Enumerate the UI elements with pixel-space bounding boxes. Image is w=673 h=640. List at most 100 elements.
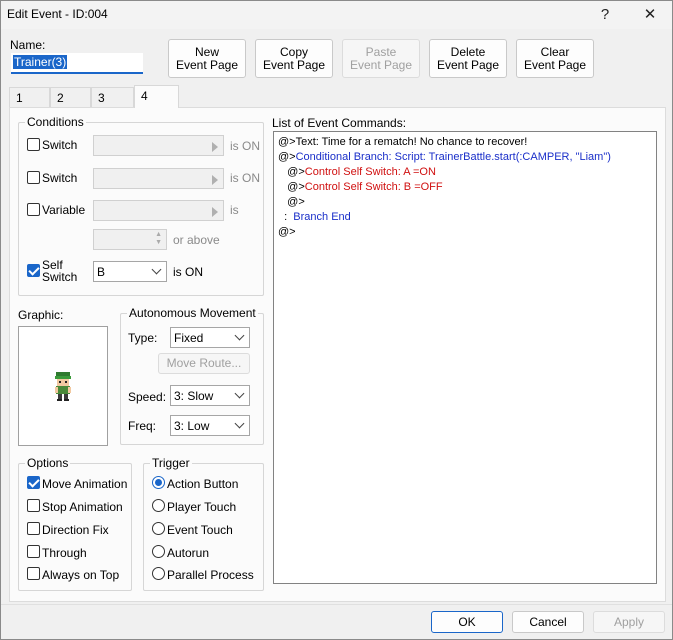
name-input[interactable]: Trainer(3) <box>11 53 143 74</box>
always-on-top-checkbox[interactable] <box>27 567 40 580</box>
move-animation-label: Move Animation <box>42 477 128 491</box>
always-on-top-label: Always on Top <box>42 568 120 582</box>
speed-value: 3: Slow <box>174 389 214 403</box>
freq-label: Freq: <box>128 419 157 433</box>
switch1-suffix: is ON <box>230 139 260 153</box>
spinner-arrows-icon: ▲ ▼ <box>155 231 162 246</box>
command-prefix: @> <box>278 196 305 208</box>
event-touch-radio[interactable] <box>152 522 165 535</box>
paste-page-label-1: Paste <box>365 44 397 59</box>
through-label: Through <box>42 546 87 560</box>
variable-select[interactable] <box>93 200 224 221</box>
copy-page-label-1: Copy <box>279 44 308 59</box>
options-label: Options <box>25 456 71 470</box>
delete-page-label-1: Delete <box>450 44 486 59</box>
command-text: Control Self Switch: A =ON <box>304 166 436 178</box>
edit-event-dialog: Edit Event - ID:004 ? ✕ Name: Trainer(3)… <box>0 0 673 640</box>
variable-value-spinner[interactable]: ▲ ▼ <box>93 229 167 250</box>
direction-fix-label: Direction Fix <box>42 523 109 537</box>
switch2-checkbox[interactable] <box>27 171 40 184</box>
self-switch-checkbox[interactable] <box>27 264 40 277</box>
player-touch-radio[interactable] <box>152 499 165 512</box>
delete-page-label-2: Event Page <box>436 57 500 72</box>
autonomous-movement-label: Autonomous Movement <box>127 306 258 320</box>
event-commands-list[interactable]: @>Text: Time for a rematch! No chance to… <box>273 131 657 584</box>
player-touch-label: Player Touch <box>167 500 237 514</box>
action-button-label: Action Button <box>167 477 239 491</box>
variable-arrow-icon <box>212 207 218 217</box>
parallel-process-radio[interactable] <box>152 567 165 580</box>
command-line[interactable]: @> <box>278 225 296 239</box>
graphic-preview[interactable] <box>18 326 108 446</box>
command-line[interactable]: @>Control Self Switch: B =OFF <box>278 180 443 194</box>
tab-page-1[interactable]: 1 <box>9 87 50 107</box>
command-prefix: @> <box>278 136 296 148</box>
self-switch-select[interactable]: B <box>93 261 167 282</box>
cancel-button[interactable]: Cancel <box>512 611 584 633</box>
name-label: Name: <box>10 38 46 52</box>
switch1-select[interactable] <box>93 135 224 156</box>
name-value: Trainer(3) <box>13 55 68 69</box>
speed-select[interactable]: 3: Slow <box>170 385 250 406</box>
type-select[interactable]: Fixed <box>170 327 250 348</box>
self-switch-value: B <box>97 265 106 279</box>
command-prefix: : <box>278 211 294 223</box>
variable-suffix: is <box>230 203 239 217</box>
tab-page-2[interactable]: 2 <box>50 87 91 107</box>
command-prefix: @> <box>278 181 305 193</box>
variable-checkbox[interactable] <box>27 203 40 216</box>
type-value: Fixed <box>174 331 204 345</box>
command-line[interactable]: : Branch End <box>278 210 351 224</box>
paste-event-page-button[interactable]: Paste Event Page <box>342 39 420 78</box>
stop-animation-label: Stop Animation <box>42 500 123 514</box>
copy-event-page-button[interactable]: Copy Event Page <box>255 39 333 78</box>
command-line[interactable]: @>Conditional Branch: Script: TrainerBat… <box>278 150 611 164</box>
clear-page-label-1: Clear <box>540 44 570 59</box>
paste-page-label-2: Event Page <box>349 57 413 72</box>
stop-animation-checkbox[interactable] <box>27 499 40 512</box>
conditions-label: Conditions <box>25 115 86 129</box>
switch2-select[interactable] <box>93 168 224 189</box>
new-page-label-2: Event Page <box>175 57 239 72</box>
through-checkbox[interactable] <box>27 545 40 558</box>
command-prefix: @> <box>278 226 296 238</box>
command-line[interactable]: @>Control Self Switch: A =ON <box>278 165 436 179</box>
trigger-label: Trigger <box>150 456 192 470</box>
self-switch-suffix: is ON <box>173 265 203 279</box>
chevron-down-icon <box>234 330 245 341</box>
move-animation-checkbox[interactable] <box>27 476 40 489</box>
freq-value: 3: Low <box>174 419 210 433</box>
help-button[interactable]: ? <box>583 1 627 29</box>
command-line[interactable]: @>Text: Time for a rematch! No chance to… <box>278 135 527 149</box>
new-event-page-button[interactable]: New Event Page <box>168 39 246 78</box>
speed-label: Speed: <box>128 390 167 404</box>
ok-button[interactable]: OK <box>431 611 503 633</box>
command-text: Text: Time for a rematch! No chance to r… <box>295 136 528 148</box>
copy-page-label-2: Event Page <box>262 57 326 72</box>
autorun-radio[interactable] <box>152 545 165 558</box>
clear-event-page-button[interactable]: Clear Event Page <box>516 39 594 78</box>
delete-event-page-button[interactable]: Delete Event Page <box>429 39 507 78</box>
self-switch-label: Self Switch <box>42 259 77 283</box>
close-button[interactable]: ✕ <box>628 1 672 29</box>
switch1-label: Switch <box>42 138 78 152</box>
event-touch-label: Event Touch <box>167 523 233 537</box>
move-route-button[interactable]: Move Route... <box>158 353 250 374</box>
command-text: Conditional Branch: Script: TrainerBattl… <box>295 151 611 163</box>
command-line[interactable]: @> <box>278 195 305 209</box>
tab-page-4[interactable]: 4 <box>134 85 179 108</box>
tab-page-3[interactable]: 3 <box>91 87 134 107</box>
apply-button[interactable]: Apply <box>593 611 665 633</box>
command-text: Control Self Switch: B =OFF <box>304 181 443 193</box>
switch1-arrow-icon <box>212 142 218 152</box>
switch2-arrow-icon <box>212 175 218 185</box>
chevron-down-icon <box>234 388 245 399</box>
self-switch-label-2: Switch <box>42 270 78 284</box>
or-above-label: or above <box>173 233 220 247</box>
direction-fix-checkbox[interactable] <box>27 522 40 535</box>
freq-select[interactable]: 3: Low <box>170 415 250 436</box>
command-prefix: @> <box>278 151 296 163</box>
action-button-radio[interactable] <box>152 476 165 489</box>
trainer-sprite-icon <box>55 372 71 401</box>
switch1-checkbox[interactable] <box>27 138 40 151</box>
